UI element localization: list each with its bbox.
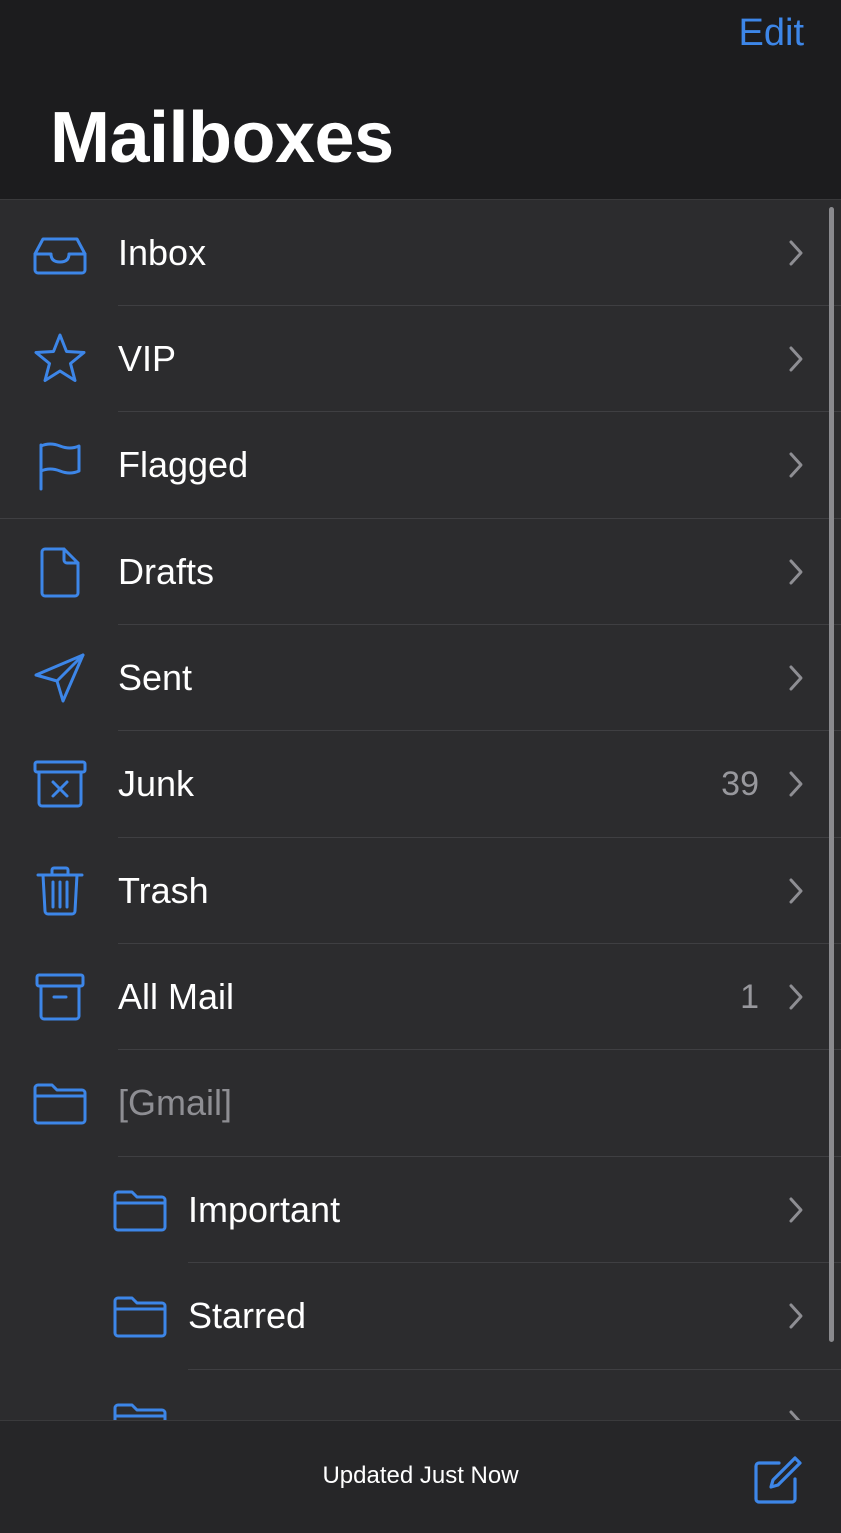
mailbox-label: [Gmail]: [118, 1082, 233, 1123]
mailbox-row-trash[interactable]: Trash: [0, 838, 841, 944]
mailbox-row-vip[interactable]: VIP: [0, 306, 841, 412]
mailbox-row-junk[interactable]: Junk 39: [0, 731, 841, 837]
unread-count: 1: [740, 978, 759, 1016]
mailbox-row-drafts[interactable]: Drafts: [0, 519, 841, 625]
chevron-right-icon: [787, 664, 805, 692]
mailbox-label: Inbox: [118, 232, 207, 273]
mailbox-label: Trash: [118, 870, 209, 911]
mailbox-row-gmail-group[interactable]: [Gmail]: [0, 1050, 841, 1156]
mailbox-label: VIP: [118, 338, 177, 379]
unread-count: 39: [721, 765, 759, 803]
folder-icon: [112, 1395, 168, 1420]
chevron-right-icon: [787, 239, 805, 267]
paperplane-icon: [32, 650, 88, 706]
mailboxes-screen: Edit Mailboxes Inbox VIP Flagged Drafts …: [0, 0, 841, 1533]
chevron-right-icon: [787, 345, 805, 373]
folder-icon: [32, 1075, 88, 1131]
chevron-right-icon: [787, 451, 805, 479]
folder-icon: [112, 1288, 168, 1344]
trash-icon: [32, 863, 88, 919]
folder-icon: [112, 1182, 168, 1238]
mailbox-row-all-mail[interactable]: All Mail 1: [0, 944, 841, 1050]
mailbox-row-partial[interactable]: [0, 1370, 841, 1420]
document-icon: [32, 544, 88, 600]
flag-icon: [32, 437, 88, 493]
page-title: Mailboxes: [50, 98, 394, 178]
mailbox-label: Important: [188, 1189, 341, 1230]
mailbox-label: Starred: [188, 1295, 307, 1336]
star-icon: [32, 331, 88, 387]
chevron-right-icon: [787, 877, 805, 905]
mailbox-row-sent[interactable]: Sent: [0, 625, 841, 731]
chevron-right-icon: [787, 770, 805, 798]
update-status: Updated Just Now: [322, 1462, 519, 1489]
bottom-toolbar: Updated Just Now: [0, 1420, 841, 1533]
chevron-right-icon: [787, 983, 805, 1011]
archive-box-icon: [32, 969, 88, 1025]
mailbox-row-important[interactable]: Important: [0, 1157, 841, 1263]
navigation-bar: Edit Mailboxes: [0, 0, 841, 200]
mailbox-label: Sent: [118, 657, 193, 698]
chevron-right-icon: [787, 1302, 805, 1330]
mailbox-label: Junk: [118, 763, 195, 804]
compose-icon[interactable]: [751, 1455, 803, 1507]
chevron-right-icon: [787, 1409, 805, 1420]
chevron-right-icon: [787, 1196, 805, 1224]
junk-bin-icon: [32, 756, 88, 812]
mailbox-row-inbox[interactable]: Inbox: [0, 200, 841, 306]
mailbox-label: All Mail: [118, 976, 235, 1017]
edit-button[interactable]: Edit: [739, 10, 804, 56]
mailbox-list: Inbox VIP Flagged Drafts Sent Junk 39 Tr…: [0, 200, 841, 1420]
mailbox-row-starred[interactable]: Starred: [0, 1263, 841, 1369]
mailbox-row-flagged[interactable]: Flagged: [0, 412, 841, 518]
mailbox-label: Flagged: [118, 444, 249, 485]
mailbox-label: Drafts: [118, 551, 215, 592]
chevron-right-icon: [787, 558, 805, 586]
tray-icon: [32, 225, 88, 281]
scrollbar[interactable]: [829, 207, 834, 1342]
